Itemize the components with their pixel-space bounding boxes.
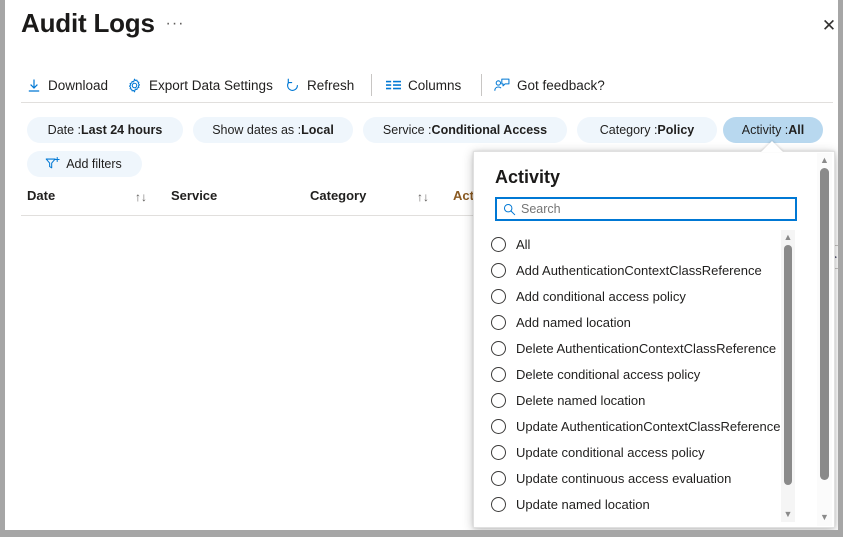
filter-pill-date[interactable]: Date : Last 24 hours xyxy=(27,117,183,143)
list-item-label: Delete conditional access policy xyxy=(516,367,700,382)
page-header: Audit Logs ··· ✕ xyxy=(5,0,838,50)
activity-search-input[interactable]: Search xyxy=(495,197,797,221)
filter-pill-show-dates-as-key: Show dates as : xyxy=(212,123,301,137)
page-title: Audit Logs xyxy=(21,8,155,39)
got-feedback-label: Got feedback? xyxy=(517,77,605,93)
export-data-settings-button[interactable]: Export Data Settings xyxy=(127,68,273,102)
list-item[interactable]: Update security defaults xyxy=(487,517,655,519)
activity-panel-title: Activity xyxy=(495,167,560,188)
window-frame-right xyxy=(838,0,843,537)
column-header-activity[interactable]: Act xyxy=(453,188,474,203)
radio-icon[interactable] xyxy=(491,263,506,278)
add-filters-label: Add filters xyxy=(66,157,122,171)
radio-icon[interactable] xyxy=(491,289,506,304)
filter-pill-show-dates-as-value: Local xyxy=(301,123,334,137)
list-item[interactable]: Update AuthenticationContextClassReferen… xyxy=(487,413,781,439)
radio-icon[interactable] xyxy=(491,237,506,252)
list-item-label: Update named location xyxy=(516,497,650,512)
scroll-down-arrow-icon[interactable]: ▼ xyxy=(817,513,832,522)
filter-pill-category-key: Category : xyxy=(600,123,658,137)
list-item-label: All xyxy=(516,237,530,252)
radio-icon[interactable] xyxy=(491,367,506,382)
sort-icon-category[interactable]: ↑↓ xyxy=(417,190,429,204)
filter-pill-activity-key: Activity : xyxy=(742,123,789,137)
filter-pill-service-key: Service : xyxy=(383,123,432,137)
list-item-label: Add AuthenticationContextClassReference xyxy=(516,263,762,278)
more-options-button[interactable]: ··· xyxy=(163,16,187,38)
filter-pill-category-value: Policy xyxy=(657,123,694,137)
download-label: Download xyxy=(48,77,108,93)
column-header-date[interactable]: Date xyxy=(27,188,55,203)
columns-label: Columns xyxy=(408,77,461,93)
scroll-up-arrow-icon[interactable]: ▲ xyxy=(781,233,795,242)
list-item[interactable]: Update continuous access evaluation xyxy=(487,465,731,491)
columns-icon xyxy=(386,79,401,91)
add-filters-button[interactable]: Add filters xyxy=(27,151,142,177)
refresh-label: Refresh xyxy=(307,77,354,93)
window-frame-bottom xyxy=(0,530,843,537)
gear-icon xyxy=(127,78,142,93)
activity-option-list: All Add AuthenticationContextClassRefere… xyxy=(487,231,798,519)
radio-icon[interactable] xyxy=(491,497,506,512)
activity-panel-scrollbar[interactable]: ▲ ▼ xyxy=(817,153,832,526)
feedback-person-icon xyxy=(494,78,510,93)
filter-pill-service[interactable]: Service : Conditional Access xyxy=(363,117,567,143)
scroll-thumb[interactable] xyxy=(784,245,792,485)
got-feedback-button[interactable]: Got feedback? xyxy=(494,68,605,102)
activity-search-placeholder: Search xyxy=(521,202,561,216)
list-item-label: Delete named location xyxy=(516,393,645,408)
radio-icon[interactable] xyxy=(491,445,506,460)
list-item[interactable]: Add conditional access policy xyxy=(487,283,686,309)
radio-icon[interactable] xyxy=(491,471,506,486)
list-item[interactable]: Delete conditional access policy xyxy=(487,361,700,387)
sort-icon-date[interactable]: ↑↓ xyxy=(135,190,147,204)
list-item-label: Update continuous access evaluation xyxy=(516,471,731,486)
activity-list-scrollbar[interactable]: ▲ ▼ xyxy=(781,230,795,522)
column-header-service[interactable]: Service xyxy=(171,188,217,203)
list-item[interactable]: Add AuthenticationContextClassReference xyxy=(487,257,762,283)
window-frame-left xyxy=(0,0,5,537)
download-button[interactable]: Download xyxy=(27,68,108,102)
filter-pill-show-dates-as[interactable]: Show dates as : Local xyxy=(193,117,353,143)
scroll-thumb[interactable] xyxy=(820,168,829,480)
close-icon[interactable]: ✕ xyxy=(818,15,839,37)
radio-icon[interactable] xyxy=(491,393,506,408)
command-bar: Download Export Data Settings Refresh xyxy=(5,68,838,104)
list-item[interactable]: All xyxy=(487,231,530,257)
radio-icon[interactable] xyxy=(491,315,506,330)
download-icon xyxy=(27,78,41,93)
scroll-down-arrow-icon[interactable]: ▼ xyxy=(781,510,795,519)
list-item[interactable]: Update conditional access policy xyxy=(487,439,705,465)
command-separator-1 xyxy=(371,74,372,96)
refresh-icon xyxy=(285,78,300,93)
command-bar-divider xyxy=(21,102,833,103)
filter-pill-date-key: Date : xyxy=(48,123,81,137)
columns-button[interactable]: Columns xyxy=(386,68,461,102)
list-item[interactable]: Delete AuthenticationContextClassReferen… xyxy=(487,335,776,361)
radio-icon[interactable] xyxy=(491,419,506,434)
export-data-settings-label: Export Data Settings xyxy=(149,77,273,93)
column-header-category[interactable]: Category xyxy=(310,188,366,203)
list-item-label: Add conditional access policy xyxy=(516,289,686,304)
search-icon xyxy=(503,203,516,216)
filter-pill-date-value: Last 24 hours xyxy=(81,123,162,137)
add-filter-icon xyxy=(45,157,61,171)
audit-logs-page: Audit Logs ··· ✕ Download Export Data Se… xyxy=(5,0,839,530)
scroll-up-arrow-icon[interactable]: ▲ xyxy=(817,156,832,165)
list-item[interactable]: Delete named location xyxy=(487,387,645,413)
filter-pill-activity[interactable]: Activity : All xyxy=(723,117,823,143)
list-item-label: Update AuthenticationContextClassReferen… xyxy=(516,419,781,434)
list-item-label: Add named location xyxy=(516,315,631,330)
list-item[interactable]: Add named location xyxy=(487,309,631,335)
list-item-label: Update conditional access policy xyxy=(516,445,705,460)
list-item-label: Delete AuthenticationContextClassReferen… xyxy=(516,341,776,356)
dropdown-caret xyxy=(761,141,783,152)
list-item[interactable]: Update named location xyxy=(487,491,650,517)
radio-icon[interactable] xyxy=(491,341,506,356)
filter-pill-activity-value: All xyxy=(788,123,804,137)
filter-pill-category[interactable]: Category : Policy xyxy=(577,117,717,143)
filter-pill-service-value: Conditional Access xyxy=(432,123,548,137)
command-separator-2 xyxy=(481,74,482,96)
refresh-button[interactable]: Refresh xyxy=(285,68,354,102)
